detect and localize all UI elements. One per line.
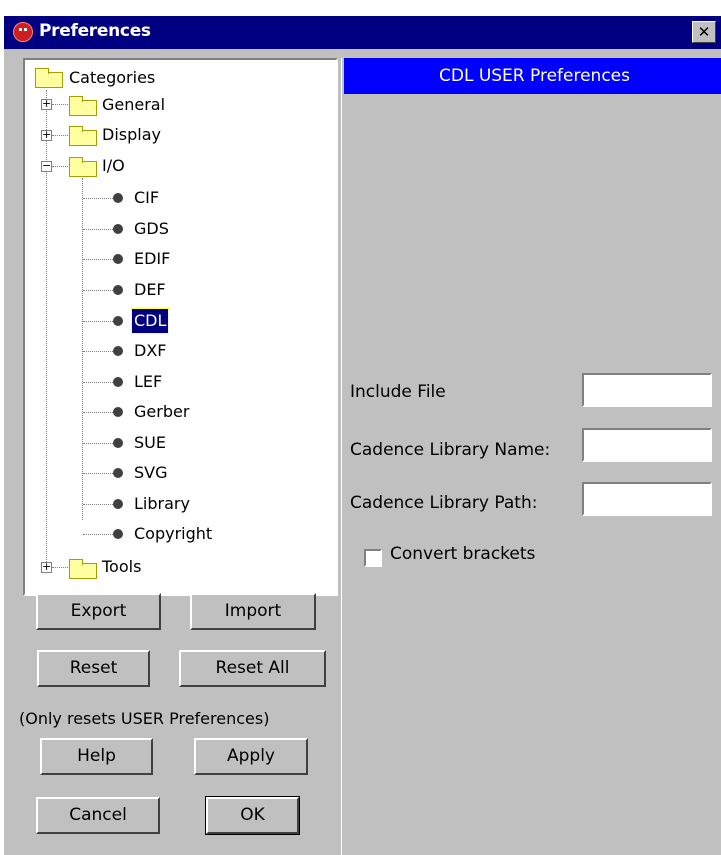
tree-connector xyxy=(83,412,113,413)
tree-connector xyxy=(83,443,113,444)
tree-item-dxf[interactable]: DXF xyxy=(134,337,166,365)
tree-item-label: Display xyxy=(102,125,161,144)
tree-item-label: LEF xyxy=(134,372,163,391)
tree-connector xyxy=(83,351,113,352)
tree-item-label: DXF xyxy=(134,341,167,360)
leaf-icon xyxy=(113,407,123,417)
tree-item-lef[interactable]: LEF xyxy=(134,368,162,396)
tree-connector xyxy=(52,135,68,136)
tree-item-label: SUE xyxy=(134,433,166,452)
tree-item-cif[interactable]: CIF xyxy=(134,184,159,212)
close-button[interactable]: ✕ xyxy=(692,21,716,43)
tree-item-copyright[interactable]: Copyright xyxy=(134,520,212,548)
folder-icon xyxy=(69,96,97,116)
window-title: Preferences xyxy=(39,21,151,41)
tree-connector xyxy=(83,473,113,474)
reset-note: (Only resets USER Preferences) xyxy=(19,709,270,728)
folder-icon xyxy=(69,126,97,146)
tree-item-edif[interactable]: EDIF xyxy=(134,245,170,273)
include-file-label: Include File xyxy=(350,382,446,402)
tree-item-display[interactable]: Display xyxy=(102,121,161,149)
leaf-icon xyxy=(113,499,123,509)
collapse-icon[interactable]: − xyxy=(41,160,52,172)
tree-item-gds[interactable]: GDS xyxy=(134,215,169,243)
window-frame xyxy=(4,49,6,855)
tree-connector xyxy=(83,259,113,260)
tree-connector xyxy=(83,382,113,383)
tree-item-label-selected: CDL xyxy=(130,308,170,334)
tree-item-sue[interactable]: SUE xyxy=(134,429,166,457)
tree-item-categories[interactable]: Categories xyxy=(69,64,155,92)
tree-item-label: I/O xyxy=(102,156,125,175)
tree-item-cdl[interactable]: CDL xyxy=(130,307,170,335)
include-file-field[interactable] xyxy=(582,373,712,407)
tree-item-label: DEF xyxy=(134,280,166,299)
expand-icon[interactable]: + xyxy=(41,129,52,141)
export-button[interactable]: Export xyxy=(36,593,161,630)
reset-all-button[interactable]: Reset All xyxy=(179,650,326,687)
tree-item-label: General xyxy=(102,95,166,114)
leaf-icon xyxy=(113,316,123,326)
expand-icon[interactable]: + xyxy=(41,98,52,110)
app-icon xyxy=(13,22,33,42)
leaf-icon xyxy=(113,193,123,203)
tree-item-label: Library xyxy=(134,494,190,513)
import-button[interactable]: Import xyxy=(190,593,316,630)
leaf-icon xyxy=(113,468,123,478)
close-icon: ✕ xyxy=(697,23,711,41)
leaf-icon xyxy=(113,285,123,295)
tree-connector xyxy=(83,198,113,199)
tree-item-io[interactable]: I/O xyxy=(102,152,125,180)
library-path-label: Cadence Library Path: xyxy=(350,493,538,513)
tree-item-library[interactable]: Library xyxy=(134,490,190,518)
panel-splitter[interactable] xyxy=(341,58,345,855)
folder-icon xyxy=(69,559,97,579)
convert-brackets-checkbox[interactable] xyxy=(364,549,382,567)
tree-item-label: Categories xyxy=(69,68,156,87)
tree-connector xyxy=(83,321,113,322)
cancel-button[interactable]: Cancel xyxy=(36,797,160,834)
tree-item-label: CIF xyxy=(134,188,160,207)
tree-connector xyxy=(83,229,113,230)
tree-item-def[interactable]: DEF xyxy=(134,276,166,304)
leaf-icon xyxy=(113,224,123,234)
convert-brackets-label[interactable]: Convert brackets xyxy=(390,544,535,564)
tree-connector xyxy=(52,567,68,568)
tree-item-gerber[interactable]: Gerber xyxy=(134,398,189,426)
tree-item-label: Copyright xyxy=(134,524,213,543)
expand-icon[interactable]: + xyxy=(41,561,52,573)
tree-item-label: Gerber xyxy=(134,402,190,421)
reset-button[interactable]: Reset xyxy=(37,650,150,687)
tree-item-label: Tools xyxy=(102,557,142,576)
tree-item-tools[interactable]: Tools xyxy=(102,553,141,581)
tree-item-svg[interactable]: SVG xyxy=(134,459,168,487)
tree-item-label: SVG xyxy=(134,463,168,482)
tree-connector xyxy=(83,534,113,535)
library-name-field[interactable] xyxy=(582,428,712,462)
tree-item-label: GDS xyxy=(134,219,169,238)
help-button[interactable]: Help xyxy=(40,738,153,775)
panel-header: CDL USER Preferences xyxy=(344,58,721,94)
library-name-label: Cadence Library Name: xyxy=(350,440,551,460)
title-bar[interactable]: Preferences ✕ xyxy=(4,16,721,49)
tree-connector xyxy=(52,104,68,105)
leaf-icon xyxy=(113,438,123,448)
tree-item-label: EDIF xyxy=(134,249,171,268)
preferences-window: Preferences ✕ Categories + General + Dis… xyxy=(4,16,721,855)
library-path-field[interactable] xyxy=(582,482,712,516)
leaf-icon xyxy=(113,346,123,356)
leaf-icon xyxy=(113,377,123,387)
folder-icon xyxy=(35,68,63,88)
leaf-icon xyxy=(113,254,123,264)
tree-connector xyxy=(83,504,113,505)
tree-connector xyxy=(83,290,113,291)
leaf-icon xyxy=(113,529,123,539)
ok-button[interactable]: OK xyxy=(205,796,300,835)
tree-connector xyxy=(52,166,68,167)
folder-icon xyxy=(69,157,97,177)
tree-item-general[interactable]: General xyxy=(102,91,165,119)
category-tree[interactable]: Categories + General + Display − I/O CIF xyxy=(23,58,338,596)
apply-button[interactable]: Apply xyxy=(194,738,308,775)
